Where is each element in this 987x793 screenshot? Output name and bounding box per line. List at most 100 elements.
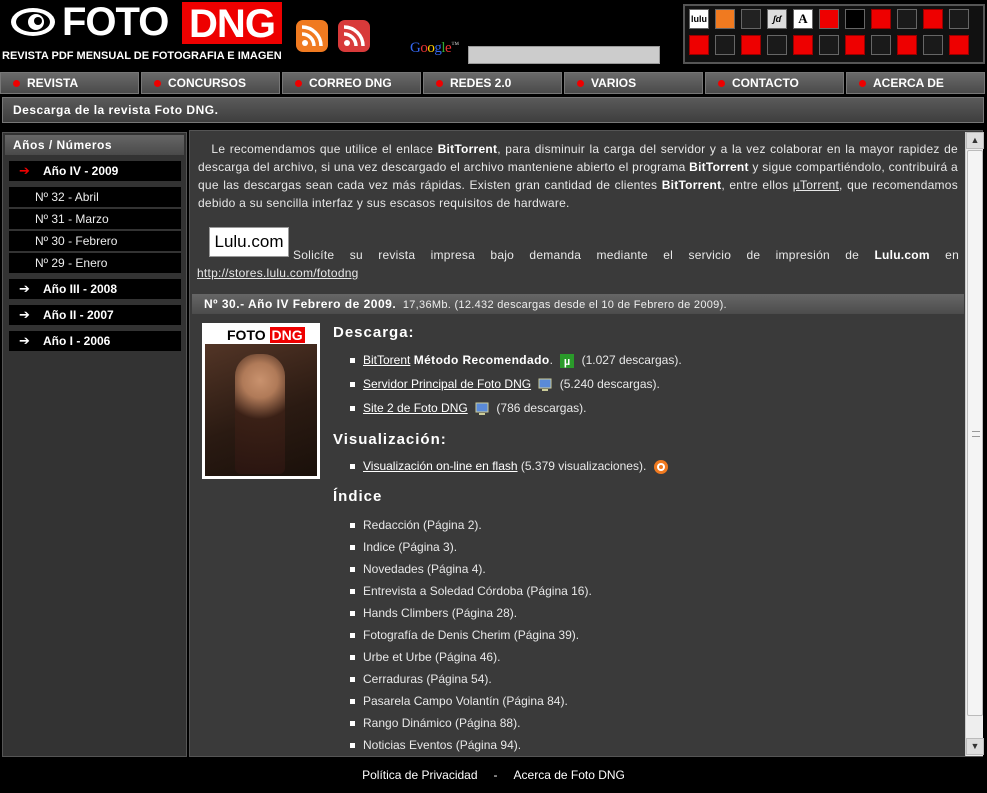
nav-correo-dng[interactable]: CORREO DNG [282, 72, 421, 94]
flash-viewer-link[interactable]: Visualización on-line en flash [363, 459, 518, 473]
grid-slot[interactable] [923, 9, 943, 29]
footer-separator: - [493, 768, 498, 782]
rss-feed-icon[interactable] [296, 20, 328, 52]
indice-item: Fotografía de Denis Cherim (Página 39). [350, 628, 579, 642]
logo-tagline: REVISTA PDF MENSUAL DE FOTOGRAFIA E IMAG… [2, 50, 282, 62]
rss-comments-icon[interactable] [338, 20, 370, 52]
grid-slot[interactable] [949, 35, 969, 55]
grid-slot[interactable] [689, 35, 709, 55]
bullet-dot-icon [295, 80, 302, 87]
site-logo[interactable]: FOTO DNG REVISTA PDF MENSUAL DE FOTOGRAF… [2, 0, 284, 64]
scroll-thumb[interactable] [967, 150, 983, 716]
indice-item: Redacción (Página 2). [350, 518, 482, 532]
sidebar-issue-32[interactable]: Nº 32 - Abril [9, 186, 181, 207]
bullet-icon [350, 721, 355, 727]
nav-revista[interactable]: REVISTA [0, 72, 139, 94]
grid-slot[interactable] [897, 9, 917, 29]
indice-item: Urbe et Urbe (Página 46). [350, 650, 500, 664]
indice-item: Rango Dinámico (Página 88). [350, 716, 520, 730]
eye-icon[interactable] [845, 9, 865, 29]
grip-icon [972, 431, 980, 437]
flash-icon[interactable] [715, 9, 735, 29]
grid-slot[interactable] [923, 35, 943, 55]
partner-icon-grid: lulu ʃɗ A [683, 4, 985, 64]
sidebar: Años / Números ➔ Año IV - 2009 Nº 32 - Ab… [2, 132, 187, 757]
grid-slot[interactable] [949, 9, 969, 29]
server-link[interactable]: Servidor Principal de Foto DNG [363, 377, 531, 391]
google-search-input[interactable] [468, 46, 660, 64]
nav-acerca-de[interactable]: ACERCA DE [846, 72, 985, 94]
lulu-icon[interactable]: lulu [689, 9, 709, 29]
signature-icon[interactable]: ʃɗ [767, 9, 787, 29]
bullet-dot-icon [436, 80, 443, 87]
logo-dng-text: DNG [182, 2, 282, 46]
arrow-right-icon: ➔ [19, 307, 30, 322]
fotodng-icon[interactable] [819, 9, 839, 29]
lulu-store-link[interactable]: http://stores.lulu.com/fotodng [197, 266, 359, 280]
nav-contacto[interactable]: CONTACTO [705, 72, 844, 94]
grid-slot[interactable] [871, 35, 891, 55]
site2-link[interactable]: Site 2 de Foto DNG [363, 401, 468, 415]
content-scrollbar[interactable]: ▲ ▼ [965, 132, 984, 756]
bullet-icon [350, 633, 355, 639]
nav-concursos[interactable]: CONCURSOS [141, 72, 280, 94]
footer: Política de Privacidad - Acerca de Foto DN… [0, 758, 987, 793]
indice-title: Índice [333, 488, 383, 505]
photo-site-icon[interactable] [741, 9, 761, 29]
nav-varios[interactable]: VARIOS [564, 72, 703, 94]
nav-redes[interactable]: REDES 2.0 [423, 72, 562, 94]
grid-slot[interactable] [767, 35, 787, 55]
grid-slot[interactable] [871, 9, 891, 29]
grid-slot[interactable] [819, 35, 839, 55]
indice-item: Hands Climbers (Página 28). [350, 606, 517, 620]
indice-item: Cerraduras (Página 54). [350, 672, 492, 686]
bullet-icon [350, 589, 355, 595]
letter-a-icon[interactable]: A [793, 9, 813, 29]
scroll-up-button[interactable]: ▲ [966, 132, 984, 149]
descarga-title: Descarga: [333, 324, 415, 341]
sidebar-issue-30[interactable]: Nº 30 - Febrero [9, 230, 181, 251]
download-site2: Site 2 de Foto DNG (786 descargas). [350, 401, 586, 416]
flash-icon [653, 459, 668, 474]
sidebar-year-2008[interactable]: ➔ Año III - 2008 [9, 279, 181, 299]
sidebar-issue-29[interactable]: Nº 29 - Enero [9, 252, 181, 273]
issue-header: Nº 30.- Año IV Febrero de 2009. 17,36Mb.… [192, 294, 964, 314]
bullet-icon [350, 358, 355, 364]
grid-slot[interactable] [793, 35, 813, 55]
bittorrent-link[interactable]: BitTorent [363, 353, 410, 367]
bullet-dot-icon [13, 80, 20, 87]
utorrent-link[interactable]: µTorrent [793, 178, 839, 192]
bullet-icon [350, 677, 355, 683]
sidebar-issue-31[interactable]: Nº 31 - Marzo [9, 208, 181, 229]
computer-icon [538, 378, 552, 391]
privacy-link[interactable]: Política de Privacidad [362, 768, 477, 782]
bullet-dot-icon [859, 80, 866, 87]
visualizacion-title: Visualización: [333, 431, 447, 448]
header: FOTO DNG REVISTA PDF MENSUAL DE FOTOGRAF… [0, 0, 987, 70]
sidebar-year-2007[interactable]: ➔ Año II - 2007 [9, 305, 181, 325]
indice-item: Novedades (Página 4). [350, 562, 486, 576]
utorrent-icon: µ [560, 353, 575, 368]
bullet-icon [350, 743, 355, 749]
indice-item: Pasarela Campo Volantín (Página 84). [350, 694, 568, 708]
sidebar-year-2006[interactable]: ➔ Año I - 2006 [9, 331, 181, 351]
sidebar-title: Años / Números [5, 135, 184, 155]
scroll-down-button[interactable]: ▼ [966, 738, 984, 755]
bullet-icon [350, 382, 355, 388]
grid-slot[interactable] [741, 35, 761, 55]
about-link[interactable]: Acerca de Foto DNG [514, 768, 625, 782]
main-content: Le recomendamos que utilice el enlace Bi… [189, 130, 983, 757]
sidebar-year-2009[interactable]: ➔ Año IV - 2009 [9, 161, 181, 181]
grid-slot[interactable] [845, 35, 865, 55]
cover-figure [235, 354, 285, 474]
grid-slot[interactable] [897, 35, 917, 55]
logo-foto-text: FOTO [62, 0, 169, 44]
indice-item: Entrevista a Soledad Córdoba (Página 16)… [350, 584, 592, 598]
svg-text:µ: µ [564, 356, 570, 368]
arrow-right-icon: ➔ [19, 281, 30, 296]
lulu-print-info: Solicíte su revista impresa bajo demanda… [197, 248, 959, 280]
grid-slot[interactable] [715, 35, 735, 55]
issue-cover-image[interactable]: FOTO DNG [202, 323, 320, 479]
bittorrent-recommendation: Le recomendamos que utilice el enlace Bi… [198, 142, 958, 210]
cover-title: FOTO DNG [205, 326, 317, 344]
